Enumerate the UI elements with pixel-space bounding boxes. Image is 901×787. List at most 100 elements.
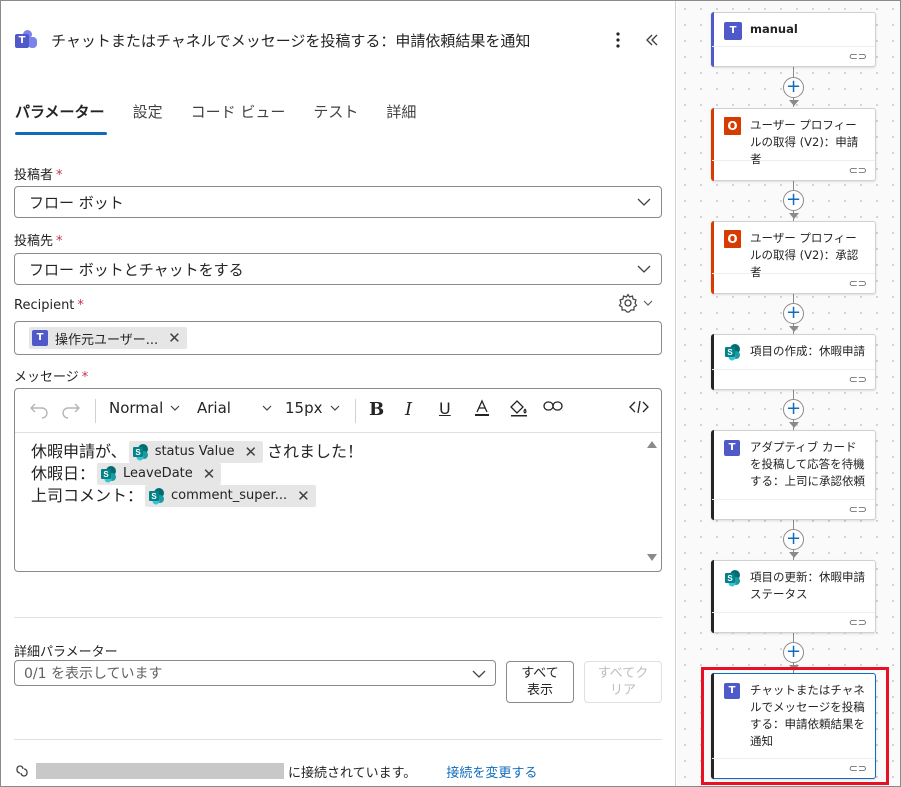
collapse-left-icon[interactable] bbox=[639, 27, 665, 53]
gear-icon[interactable] bbox=[618, 293, 638, 313]
teams-icon: T bbox=[724, 21, 742, 40]
link-icon: ⊂⊃ bbox=[848, 164, 867, 177]
advanced-params-select[interactable]: 0/1 を表示しています bbox=[14, 660, 496, 686]
connector-arrow bbox=[789, 326, 799, 332]
font-style-select[interactable]: Normal bbox=[109, 399, 181, 417]
show-all-button[interactable]: すべて表示 bbox=[506, 661, 574, 703]
sharepoint-icon: S bbox=[148, 487, 166, 505]
link-icon: ⊂⊃ bbox=[848, 50, 867, 63]
italic-icon[interactable]: I bbox=[405, 399, 412, 420]
card-title: 項目の作成：休暇申請 bbox=[750, 344, 865, 358]
add-step-button[interactable]: + bbox=[783, 303, 804, 324]
recipient-token-label: 操作元ユーザー... bbox=[55, 332, 159, 348]
teams-icon: T bbox=[13, 29, 37, 51]
dynamic-content-token[interactable]: S status Value ✕ bbox=[128, 441, 264, 463]
dynamic-content-token[interactable]: S LeaveDate ✕ bbox=[97, 463, 222, 485]
show-all-label: すべて表示 bbox=[521, 666, 559, 698]
font-style-value: Normal bbox=[109, 399, 164, 417]
token-label: LeaveDate bbox=[123, 466, 193, 481]
add-step-button[interactable]: + bbox=[783, 77, 804, 98]
font-family-select[interactable]: Arial bbox=[197, 399, 273, 417]
sharepoint-icon: S bbox=[724, 569, 742, 587]
underline-icon[interactable]: U bbox=[439, 399, 451, 418]
add-step-button[interactable]: + bbox=[783, 190, 804, 211]
sharepoint-icon: S bbox=[100, 465, 118, 483]
section-divider bbox=[14, 617, 662, 618]
tab-code-view[interactable]: コード ビュー bbox=[191, 97, 286, 137]
flow-card-create-item[interactable]: S 項目の作成：休暇申請 ⊂⊃ bbox=[711, 334, 876, 390]
add-step-button[interactable]: + bbox=[783, 642, 804, 663]
section-divider bbox=[14, 739, 662, 740]
action-details-panel: T チャットまたはチャネルでメッセージを投稿する：申請依頼結果を通知 パラメータ… bbox=[1, 1, 676, 786]
card-title: 項目の更新：休暇申請ステータス bbox=[750, 570, 865, 601]
toolbar-divider bbox=[95, 399, 96, 423]
scroll-up-arrow[interactable] bbox=[647, 441, 657, 448]
add-step-button[interactable]: + bbox=[783, 399, 804, 420]
scroll-down-arrow[interactable] bbox=[647, 554, 657, 561]
advanced-params-label: 詳細パラメーター bbox=[14, 645, 118, 660]
panel-title: チャットまたはチャネルでメッセージを投稿する：申請依頼結果を通知 bbox=[51, 31, 531, 50]
remove-token-icon[interactable]: ✕ bbox=[168, 330, 181, 346]
tab-bar: パラメーター 設定 コード ビュー テスト 詳細 bbox=[15, 97, 444, 137]
chevron-down-icon bbox=[637, 198, 651, 206]
connector-arrow bbox=[789, 100, 799, 106]
flow-card-update-item[interactable]: S 項目の更新：休暇申請ステータス ⊂⊃ bbox=[711, 560, 876, 633]
chevron-down-icon bbox=[472, 670, 486, 678]
post-in-select[interactable]: フロー ボットとチャットをする bbox=[14, 253, 662, 285]
recipient-settings[interactable] bbox=[618, 293, 654, 313]
chevron-down-icon bbox=[170, 405, 180, 411]
svg-text:S: S bbox=[103, 470, 109, 479]
link-icon[interactable] bbox=[543, 399, 563, 413]
selection-highlight-box bbox=[701, 667, 889, 785]
tab-parameters[interactable]: パラメーター bbox=[15, 97, 107, 137]
font-color-icon[interactable] bbox=[473, 399, 491, 417]
bold-icon[interactable]: B bbox=[369, 399, 384, 420]
recipient-input[interactable]: T 操作元ユーザー... ✕ bbox=[14, 321, 662, 355]
token-label: status Value bbox=[154, 444, 235, 459]
remove-token-icon[interactable]: ✕ bbox=[244, 444, 257, 460]
font-size-select[interactable]: 15px bbox=[285, 399, 341, 417]
recipient-token[interactable]: T 操作元ユーザー... ✕ bbox=[29, 327, 187, 349]
message-text: 上司コメント： bbox=[31, 486, 144, 505]
flow-card-get-profile-approver[interactable]: O ユーザー プロフィールの取得 (V2)：承認者 ⊂⊃ bbox=[711, 221, 876, 294]
add-step-button[interactable]: + bbox=[783, 529, 804, 550]
tab-settings[interactable]: 設定 bbox=[133, 97, 163, 137]
remove-token-icon[interactable]: ✕ bbox=[297, 488, 310, 504]
sharepoint-icon: S bbox=[724, 343, 742, 361]
connector-arrow bbox=[789, 422, 799, 428]
poster-select[interactable]: フロー ボット bbox=[14, 186, 662, 218]
card-title: アダプティブ カードを投稿して応答を待機する：上司に承認依頼 bbox=[750, 440, 865, 488]
advanced-params-value: 0/1 を表示しています bbox=[24, 666, 163, 682]
card-footer: ⊂⊃ bbox=[712, 612, 875, 632]
clear-all-label: すべてクリア bbox=[597, 666, 649, 698]
card-footer: ⊂⊃ bbox=[712, 46, 875, 66]
more-vertical-icon[interactable] bbox=[605, 27, 631, 53]
code-view-icon[interactable] bbox=[629, 399, 649, 415]
message-text: 休暇日： bbox=[31, 464, 96, 483]
redo-icon[interactable] bbox=[61, 399, 81, 419]
office365-icon: O bbox=[724, 230, 742, 248]
remove-token-icon[interactable]: ✕ bbox=[203, 466, 216, 482]
change-connection-link[interactable]: 接続を変更する bbox=[446, 762, 537, 781]
font-size-value: 15px bbox=[285, 399, 323, 417]
card-footer: ⊂⊃ bbox=[712, 160, 875, 180]
link-icon: ⊂⊃ bbox=[848, 616, 867, 629]
tab-test[interactable]: テスト bbox=[313, 97, 358, 137]
message-text: されました！ bbox=[267, 442, 364, 461]
recipient-label: Recipient * bbox=[14, 298, 84, 313]
app-window: T チャットまたはチャネルでメッセージを投稿する：申請依頼結果を通知 パラメータ… bbox=[0, 0, 901, 787]
chevron-down-icon bbox=[643, 300, 653, 306]
undo-icon[interactable] bbox=[29, 399, 49, 419]
clear-all-button[interactable]: すべてクリア bbox=[584, 661, 662, 703]
post-in-value: フロー ボットとチャットをする bbox=[29, 260, 244, 279]
card-footer: ⊂⊃ bbox=[712, 273, 875, 293]
flow-card-adaptive-card[interactable]: T アダプティブ カードを投稿して応答を待機する：上司に承認依頼 ⊂⊃ bbox=[711, 430, 876, 520]
tab-details[interactable]: 詳細 bbox=[386, 97, 416, 137]
flow-card-get-profile-requester[interactable]: O ユーザー プロフィールの取得 (V2)：申請者 ⊂⊃ bbox=[711, 108, 876, 181]
flow-card-manual[interactable]: T manual ⊂⊃ bbox=[711, 12, 876, 67]
highlight-color-icon[interactable] bbox=[509, 399, 529, 417]
message-editor[interactable]: Normal Arial 15px B I U 休暇申請が、 S status … bbox=[14, 388, 662, 572]
connector-arrow bbox=[789, 213, 799, 219]
svg-text:S: S bbox=[151, 492, 157, 501]
dynamic-content-token[interactable]: S comment_super... ✕ bbox=[145, 485, 316, 507]
